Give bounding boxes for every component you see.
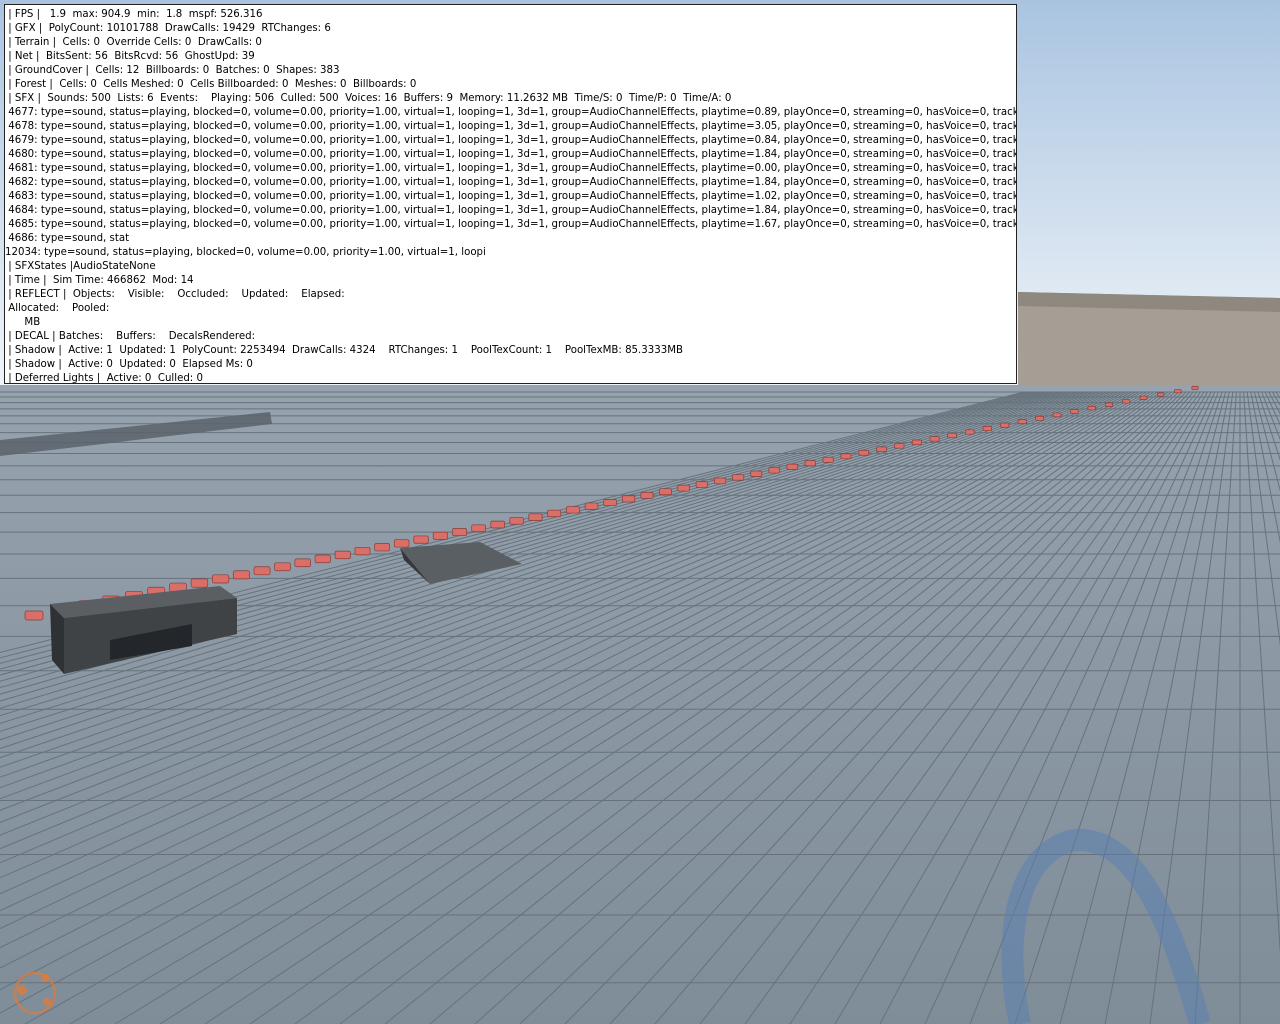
car xyxy=(314,554,331,564)
debug-line: | Shadow | Active: 0 Updated: 0 Elapsed … xyxy=(5,359,253,370)
debug-line: | GroundCover | Cells: 12 Billboards: 0 … xyxy=(5,65,340,76)
car xyxy=(1156,392,1165,397)
car xyxy=(1139,395,1148,400)
car xyxy=(190,578,209,588)
debug-line: Allocated: Pooled: xyxy=(5,303,110,314)
car xyxy=(713,477,727,485)
debug-line: 4682: type=sound, status=playing, blocke… xyxy=(5,177,1017,188)
car xyxy=(603,499,617,507)
car xyxy=(1191,385,1199,390)
car xyxy=(452,528,467,536)
car xyxy=(1087,405,1096,411)
concrete-wall xyxy=(1018,292,1280,392)
car xyxy=(509,517,524,525)
car xyxy=(211,574,230,584)
car xyxy=(432,531,448,540)
car xyxy=(471,524,487,533)
car xyxy=(1000,422,1010,428)
debug-line: 4681: type=sound, status=playing, blocke… xyxy=(5,163,1017,174)
debug-line: | Time | Sim Time: 466862 Mod: 14 xyxy=(5,275,194,286)
debug-line: | Deferred Lights | Active: 0 Culled: 0 xyxy=(5,373,203,384)
car xyxy=(1122,399,1131,404)
debug-line: | Net | BitsSent: 56 BitsRcvd: 56 GhostU… xyxy=(5,51,255,62)
car xyxy=(528,513,543,521)
car xyxy=(490,520,505,529)
car xyxy=(911,439,922,446)
car xyxy=(413,535,429,544)
debug-line: | DECAL | Batches: Buffers: DecalsRender… xyxy=(5,331,256,342)
debug-line: 4679: type=sound, status=playing, blocke… xyxy=(5,135,1017,146)
debug-line: | FPS | 1.9 max: 904.9 min: 1.8 mspf: 52… xyxy=(5,9,263,20)
car xyxy=(964,429,975,435)
car xyxy=(894,443,905,449)
debug-line: | Shadow | Active: 1 Updated: 1 PolyCoun… xyxy=(5,345,683,356)
debug-line: | Forest | Cells: 0 Cells Meshed: 0 Cell… xyxy=(5,79,417,90)
debug-line: | Terrain | Cells: 0 Override Cells: 0 D… xyxy=(5,37,262,48)
car xyxy=(1174,389,1182,394)
debug-line: | REFLECT | Objects: Visible: Occluded: … xyxy=(5,289,345,300)
debug-line: MB xyxy=(5,317,41,328)
car xyxy=(658,488,672,496)
car xyxy=(547,509,562,518)
debug-line: 4686: type=sound, stat xyxy=(5,233,130,244)
car xyxy=(822,456,834,463)
car xyxy=(840,453,852,460)
car xyxy=(858,449,870,456)
debug-metrics-panel: | FPS | 1.9 max: 904.9 min: 1.8 mspf: 52… xyxy=(4,4,1017,384)
debug-line: 4678: type=sound, status=playing, blocke… xyxy=(5,121,1017,132)
debug-line: 4683: type=sound, status=playing, blocke… xyxy=(5,191,1017,202)
car xyxy=(768,467,781,474)
car xyxy=(24,610,44,621)
car xyxy=(1017,419,1027,425)
debug-line: | SFXStates |AudioStateNone xyxy=(5,261,156,272)
car xyxy=(354,546,371,556)
car xyxy=(1070,409,1079,414)
car xyxy=(274,562,291,572)
car xyxy=(566,506,580,514)
car xyxy=(750,470,763,477)
car xyxy=(640,491,654,499)
debug-line: 4685: type=sound, status=playing, blocke… xyxy=(5,219,1017,230)
debug-line: 12034: type=sound, status=playing, block… xyxy=(5,247,486,258)
floor xyxy=(0,385,1280,1024)
car xyxy=(253,566,271,576)
car xyxy=(804,460,816,467)
car xyxy=(677,484,690,492)
car xyxy=(393,539,410,548)
debug-line: | GFX | PolyCount: 10101788 DrawCalls: 1… xyxy=(5,23,331,34)
car xyxy=(1035,415,1044,421)
car xyxy=(374,543,390,552)
car xyxy=(786,463,799,470)
car xyxy=(695,481,709,488)
debug-line: 4684: type=sound, status=playing, blocke… xyxy=(5,205,1017,216)
car xyxy=(621,495,636,503)
car xyxy=(1052,412,1062,418)
car xyxy=(294,558,311,568)
debug-line: 4680: type=sound, status=playing, blocke… xyxy=(5,149,1017,160)
car xyxy=(732,474,745,481)
car xyxy=(929,436,940,442)
car xyxy=(1105,402,1113,407)
debug-line: | SFX | Sounds: 500 Lists: 6 Events: Pla… xyxy=(5,93,732,104)
car xyxy=(982,426,992,432)
car xyxy=(334,550,351,560)
car xyxy=(876,446,887,453)
car xyxy=(947,432,958,439)
debug-line: 4677: type=sound, status=playing, blocke… xyxy=(5,107,1017,118)
car xyxy=(232,570,250,580)
car xyxy=(584,502,599,510)
